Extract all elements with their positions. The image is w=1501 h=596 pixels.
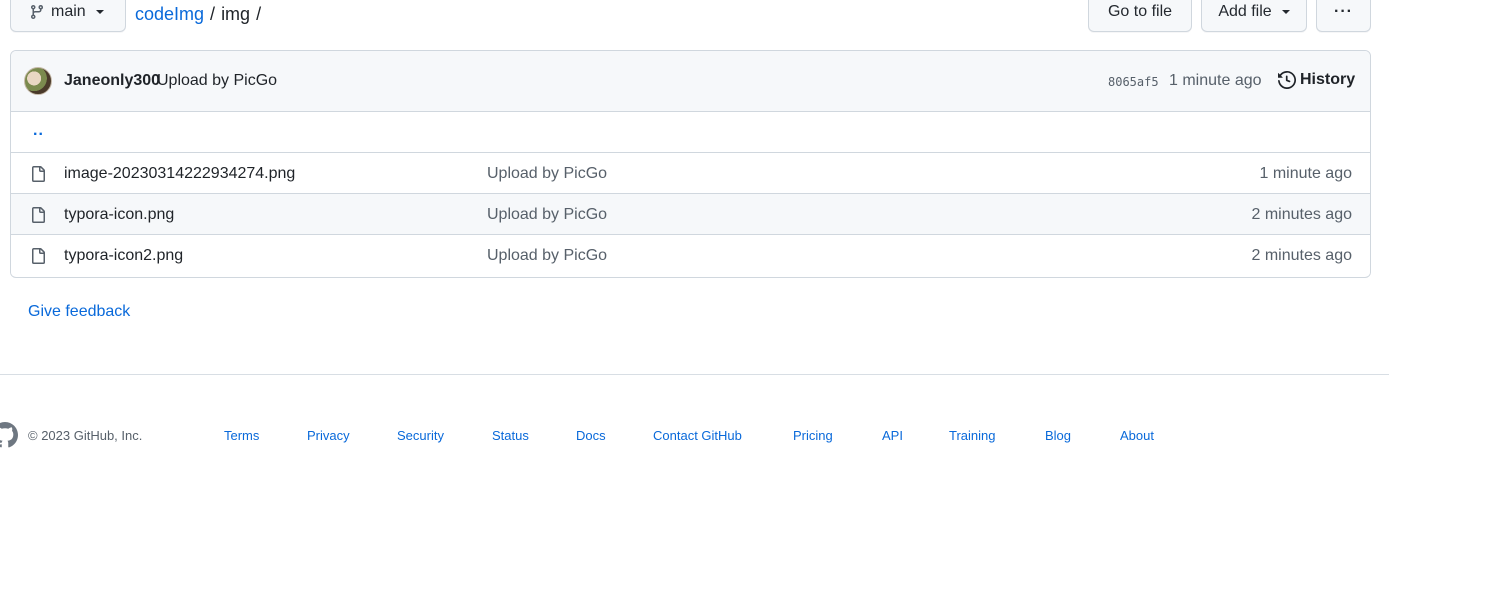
breadcrumb-current-folder: img <box>221 4 251 24</box>
footer-link-blog[interactable]: Blog <box>1045 428 1071 443</box>
go-to-file-label: Go to file <box>1107 3 1173 20</box>
commit-sha-link[interactable]: 8065af5 <box>1108 75 1159 89</box>
breadcrumb-separator: / <box>210 4 216 24</box>
more-options-button[interactable]: ··· <box>1316 0 1371 32</box>
kebab-icon: ··· <box>1334 3 1353 20</box>
file-name-link[interactable]: image-20230314222934274.png <box>64 165 295 183</box>
footer-link-status[interactable]: Status <box>492 428 529 443</box>
commit-time: 1 minute ago <box>1169 72 1262 89</box>
parent-directory-link[interactable]: .. <box>33 122 44 140</box>
history-link[interactable]: History <box>1278 71 1355 89</box>
table-row[interactable]: typora-icon.png Upload by PicGo 2 minute… <box>11 194 1370 235</box>
commit-author-link[interactable]: Janeonly300 <box>64 72 160 90</box>
footer-link-api[interactable]: API <box>882 428 903 443</box>
avatar[interactable] <box>24 67 52 95</box>
add-file-label: Add file <box>1218 3 1272 20</box>
footer-link-terms[interactable]: Terms <box>224 428 259 443</box>
chevron-down-icon <box>1281 10 1290 14</box>
footer-link-privacy[interactable]: Privacy <box>307 428 350 443</box>
footer-link-security[interactable]: Security <box>397 428 444 443</box>
file-commit-message-link[interactable]: Upload by PicGo <box>487 206 607 224</box>
file-name-link[interactable]: typora-icon.png <box>64 206 174 224</box>
file-commit-message-link[interactable]: Upload by PicGo <box>487 247 607 265</box>
branch-select-button[interactable]: main <box>10 0 126 32</box>
github-logo-icon[interactable] <box>0 422 18 448</box>
copyright: © 2023 GitHub, Inc. <box>28 428 143 443</box>
parent-directory-row[interactable]: .. <box>11 112 1370 153</box>
file-name-link[interactable]: typora-icon2.png <box>64 247 183 265</box>
file-icon <box>32 207 45 223</box>
give-feedback-link[interactable]: Give feedback <box>28 303 130 321</box>
go-to-file-button[interactable]: Go to file <box>1088 0 1192 32</box>
file-time: 2 minutes ago <box>1251 247 1352 264</box>
file-commit-message-link[interactable]: Upload by PicGo <box>487 165 607 183</box>
footer-link-about[interactable]: About <box>1120 428 1154 443</box>
file-time: 2 minutes ago <box>1251 206 1352 223</box>
file-browser: Janeonly300 Upload by PicGo 8065af5 1 mi… <box>10 50 1371 278</box>
breadcrumb: codeImg / img / <box>135 4 261 25</box>
footer-link-training[interactable]: Training <box>949 428 995 443</box>
table-row[interactable]: image-20230314222934274.png Upload by Pi… <box>11 153 1370 194</box>
history-label: History <box>1300 71 1356 88</box>
chevron-down-icon <box>95 10 104 14</box>
breadcrumb-trailing-separator: / <box>256 4 262 24</box>
breadcrumb-repo-link[interactable]: codeImg <box>135 4 204 25</box>
add-file-button[interactable]: Add file <box>1201 0 1307 32</box>
footer: © 2023 GitHub, Inc. Terms Privacy Securi… <box>0 422 1389 448</box>
commit-message-link[interactable]: Upload by PicGo <box>157 72 277 90</box>
file-icon <box>32 166 45 182</box>
branch-name: main <box>51 3 86 20</box>
file-icon <box>32 248 45 264</box>
branch-icon <box>30 5 43 20</box>
footer-link-contact-github[interactable]: Contact GitHub <box>653 428 742 443</box>
file-time: 1 minute ago <box>1259 165 1352 182</box>
footer-divider <box>0 374 1389 375</box>
history-icon <box>1278 71 1296 89</box>
latest-commit-bar: Janeonly300 Upload by PicGo 8065af5 1 mi… <box>11 51 1370 112</box>
footer-link-docs[interactable]: Docs <box>576 428 606 443</box>
table-row[interactable]: typora-icon2.png Upload by PicGo 2 minut… <box>11 235 1370 276</box>
footer-link-pricing[interactable]: Pricing <box>793 428 833 443</box>
